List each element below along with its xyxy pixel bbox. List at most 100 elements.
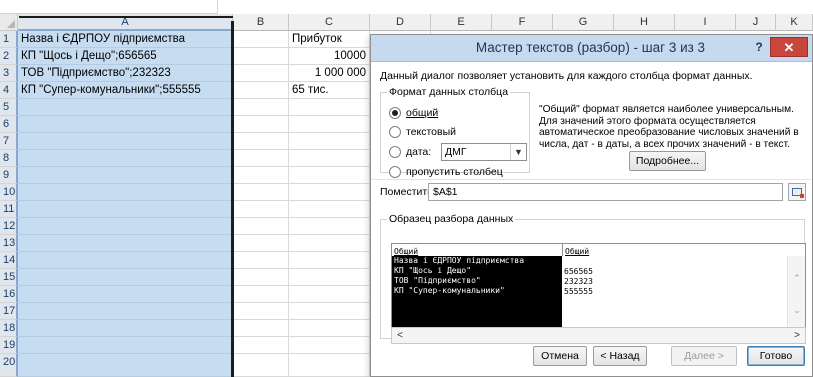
cell-b4[interactable] [233, 82, 289, 99]
row-header-4[interactable]: 4 [0, 82, 18, 99]
cell-c18[interactable] [289, 320, 370, 337]
cell-a15[interactable] [18, 269, 233, 286]
cell-c9[interactable] [289, 167, 370, 184]
cell-b14[interactable] [233, 252, 289, 269]
radio-general[interactable] [389, 107, 401, 119]
row-header-8[interactable]: 8 [0, 150, 18, 167]
cell-b18[interactable] [233, 320, 289, 337]
cell-a20[interactable] [18, 354, 233, 377]
row-header-18[interactable]: 18 [0, 320, 18, 337]
close-button[interactable]: ✕ [770, 37, 808, 57]
column-header-j[interactable]: J [736, 14, 776, 31]
preview-vertical-scrollbar[interactable]: ⌃ ⌄ [787, 256, 805, 327]
row-header-16[interactable]: 16 [0, 286, 18, 303]
cell-c19[interactable] [289, 337, 370, 354]
column-header-e[interactable]: E [431, 14, 492, 31]
range-picker-icon[interactable] [788, 183, 806, 201]
row-header-5[interactable]: 5 [0, 99, 18, 116]
cell-c6[interactable] [289, 116, 370, 133]
row-header-20[interactable]: 20 [0, 354, 18, 377]
cell-a19[interactable] [18, 337, 233, 354]
radio-text[interactable] [389, 126, 401, 138]
back-button[interactable]: < Назад [593, 346, 647, 366]
date-format-select[interactable]: ДМГ ▼ [441, 143, 527, 161]
row-header-11[interactable]: 11 [0, 201, 18, 218]
cell-c10[interactable] [289, 184, 370, 201]
destination-input[interactable]: $A$1 [428, 183, 783, 201]
cell-c3[interactable]: 1 000 000 [289, 65, 370, 82]
column-header-c[interactable]: C [289, 14, 370, 31]
column-header-k[interactable]: K [776, 14, 813, 31]
radio-general-option[interactable]: общий [389, 105, 438, 121]
cell-a2[interactable]: КП "Щось і Дещо";656565 [18, 48, 233, 65]
cell-c15[interactable] [289, 269, 370, 286]
row-header-15[interactable]: 15 [0, 269, 18, 286]
radio-text-option[interactable]: текстовый [389, 124, 456, 140]
scroll-up-icon[interactable]: ⌃ [788, 274, 805, 284]
row-header-7[interactable]: 7 [0, 133, 18, 150]
cancel-button[interactable]: Отмена [533, 346, 587, 366]
row-header-9[interactable]: 9 [0, 167, 18, 184]
dialog-titlebar[interactable]: Мастер текстов (разбор) - шаг 3 из 3 ? ✕ [371, 35, 812, 62]
cell-a8[interactable] [18, 150, 233, 167]
cell-b16[interactable] [233, 286, 289, 303]
cell-c5[interactable] [289, 99, 370, 116]
column-header-b[interactable]: B [233, 14, 289, 31]
preview-col2[interactable]: 656565 232323 555555 [564, 267, 593, 297]
cell-b6[interactable] [233, 116, 289, 133]
cell-a13[interactable] [18, 235, 233, 252]
cell-b20[interactable] [233, 354, 289, 377]
column-header-g[interactable]: G [553, 14, 614, 31]
row-header-12[interactable]: 12 [0, 218, 18, 235]
scroll-down-icon[interactable]: ⌄ [788, 306, 805, 316]
radio-date[interactable] [389, 146, 401, 158]
cell-b17[interactable] [233, 303, 289, 320]
preview-horizontal-scrollbar[interactable]: < > [391, 327, 806, 344]
help-icon[interactable]: ? [751, 38, 767, 56]
radio-date-option[interactable]: дата: [389, 144, 431, 160]
row-header-17[interactable]: 17 [0, 303, 18, 320]
cell-a12[interactable] [18, 218, 233, 235]
row-header-19[interactable]: 19 [0, 337, 18, 354]
cell-a14[interactable] [18, 252, 233, 269]
column-header-h[interactable]: H [614, 14, 675, 31]
preview-col2-header[interactable]: Общий [565, 247, 589, 256]
cell-a7[interactable] [18, 133, 233, 150]
radio-skip-option[interactable]: пропустить столбец [389, 164, 503, 180]
cell-a5[interactable] [18, 99, 233, 116]
radio-skip[interactable] [389, 166, 401, 178]
cell-c11[interactable] [289, 201, 370, 218]
details-button[interactable]: Подробнее... [629, 151, 706, 171]
cell-b7[interactable] [233, 133, 289, 150]
cell-a18[interactable] [18, 320, 233, 337]
data-preview[interactable]: Общий Общий Назва і ЄДРПОУ підприємства … [391, 243, 806, 328]
cell-a11[interactable] [18, 201, 233, 218]
cell-c1[interactable]: Прибуток [289, 31, 370, 48]
cell-a16[interactable] [18, 286, 233, 303]
cell-c17[interactable] [289, 303, 370, 320]
cell-a6[interactable] [18, 116, 233, 133]
preview-col1-selected[interactable]: Назва і ЄДРПОУ підприємства КП "Щось і Д… [392, 256, 562, 327]
cell-a10[interactable] [18, 184, 233, 201]
scroll-right-icon[interactable]: > [789, 328, 805, 343]
cell-c7[interactable] [289, 133, 370, 150]
column-header-i[interactable]: I [675, 14, 736, 31]
cell-b8[interactable] [233, 150, 289, 167]
cell-a9[interactable] [18, 167, 233, 184]
cell-c12[interactable] [289, 218, 370, 235]
cell-b3[interactable] [233, 65, 289, 82]
cell-b15[interactable] [233, 269, 289, 286]
cell-a4[interactable]: КП "Супер-комунальники";555555 [18, 82, 233, 99]
row-header-3[interactable]: 3 [0, 65, 18, 82]
cell-a3[interactable]: ТОВ "Підприємство";232323 [18, 65, 233, 82]
cell-a1[interactable]: Назва і ЄДРПОУ підприємства [18, 31, 233, 48]
cell-c4[interactable]: 65 тис. [289, 82, 370, 99]
cell-b11[interactable] [233, 201, 289, 218]
cell-c13[interactable] [289, 235, 370, 252]
cell-b10[interactable] [233, 184, 289, 201]
finish-button[interactable]: Готово [747, 346, 805, 366]
cell-b13[interactable] [233, 235, 289, 252]
chevron-down-icon[interactable]: ▼ [510, 144, 526, 160]
cell-c14[interactable] [289, 252, 370, 269]
cell-b12[interactable] [233, 218, 289, 235]
